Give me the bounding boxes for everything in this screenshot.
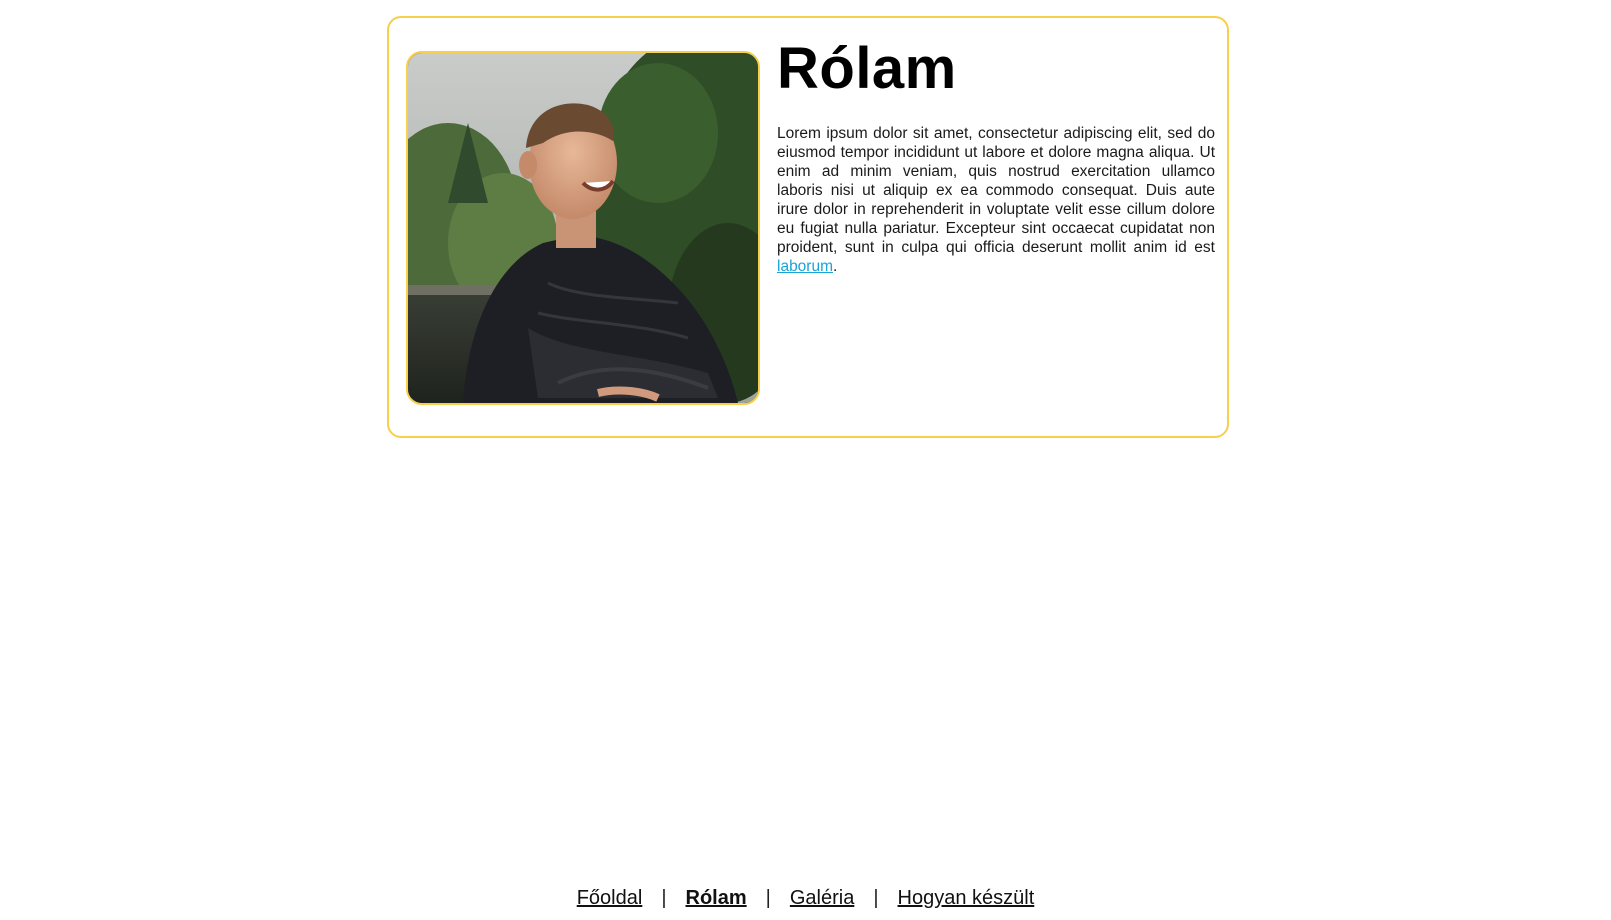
profile-photo xyxy=(406,51,760,405)
about-content: Rólam Lorem ipsum dolor sit amet, consec… xyxy=(777,38,1215,276)
footer-nav: Főoldal | Rólam | Galéria | Hogyan készült xyxy=(0,886,1611,910)
nav-link-rolam[interactable]: Rólam xyxy=(686,887,747,909)
page-title: Rólam xyxy=(777,36,957,101)
profile-photo-image xyxy=(408,53,758,403)
page: Rólam Lorem ipsum dolor sit amet, consec… xyxy=(0,0,1611,920)
about-paragraph: Lorem ipsum dolor sit amet, consectetur … xyxy=(777,124,1215,276)
nav-link-galeria[interactable]: Galéria xyxy=(790,887,854,909)
nav-separator: | xyxy=(873,887,879,909)
paragraph-period: . xyxy=(833,258,838,275)
nav-separator: | xyxy=(661,887,667,909)
nav-separator: | xyxy=(765,887,771,909)
nav-link-hogyan-keszult[interactable]: Hogyan készült xyxy=(898,887,1035,909)
about-card: Rólam Lorem ipsum dolor sit amet, consec… xyxy=(387,16,1229,438)
about-paragraph-text: Lorem ipsum dolor sit amet, consectetur … xyxy=(777,125,1215,256)
nav-link-fooldal[interactable]: Főoldal xyxy=(577,887,643,909)
laborum-link[interactable]: laborum xyxy=(777,258,833,275)
